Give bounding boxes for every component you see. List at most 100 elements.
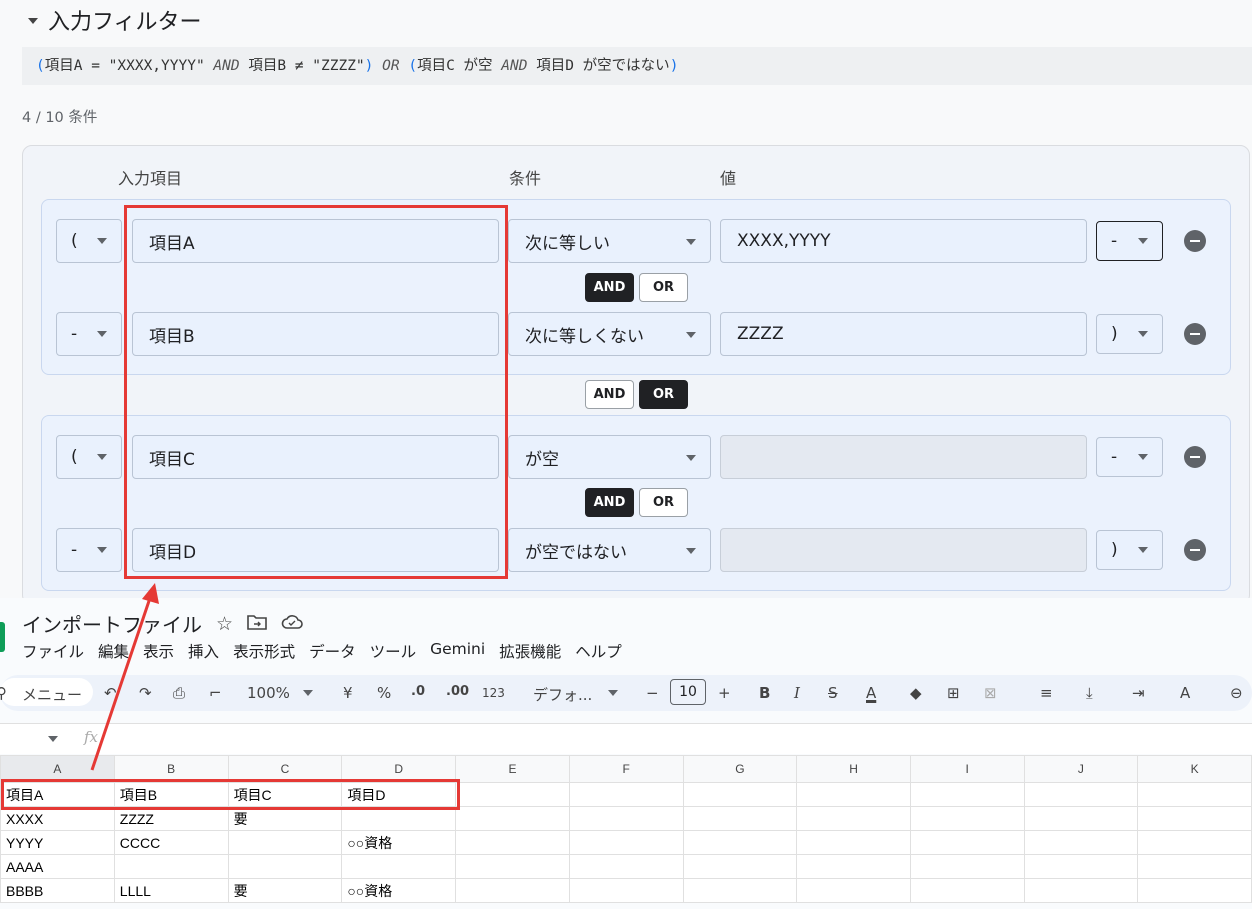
- column-header[interactable]: C: [227, 755, 343, 783]
- text-color-icon[interactable]: A: [866, 684, 876, 702]
- cell[interactable]: [909, 830, 1025, 855]
- move-folder-icon[interactable]: [247, 613, 267, 635]
- zoom-dropdown-icon[interactable]: [303, 690, 313, 696]
- cell[interactable]: [227, 854, 343, 879]
- and-toggle[interactable]: AND: [585, 488, 634, 517]
- print-icon[interactable]: ⎙: [173, 684, 185, 702]
- cell[interactable]: YYYY: [0, 830, 115, 855]
- field-select[interactable]: 項目D: [132, 528, 499, 572]
- collapse-caret-icon[interactable]: [28, 18, 38, 24]
- decrease-decimal-button[interactable]: .0: [411, 684, 425, 699]
- cell[interactable]: [909, 782, 1025, 807]
- filter-section-header[interactable]: 入力フィルター: [28, 4, 202, 36]
- close-paren-select[interactable]: ): [1096, 314, 1163, 354]
- menu-tools[interactable]: ツール: [370, 640, 417, 662]
- cell[interactable]: [1137, 830, 1252, 855]
- menu-data[interactable]: データ: [309, 640, 356, 662]
- condition-select[interactable]: 次に等しい: [508, 219, 711, 263]
- name-box-dropdown-icon[interactable]: [48, 736, 58, 742]
- value-input[interactable]: XXXX,YYYY: [720, 219, 1087, 263]
- menu-insert[interactable]: 挿入: [188, 640, 219, 662]
- cell[interactable]: XXXX: [0, 806, 115, 831]
- remove-condition-icon[interactable]: [1184, 230, 1206, 252]
- cell[interactable]: [682, 806, 798, 831]
- cell[interactable]: [341, 854, 457, 879]
- cell[interactable]: 要: [227, 878, 343, 903]
- cell[interactable]: [682, 878, 798, 903]
- menu-edit[interactable]: 編集: [98, 640, 129, 662]
- column-header[interactable]: K: [1137, 755, 1252, 783]
- column-header[interactable]: I: [909, 755, 1025, 783]
- borders-icon[interactable]: ⊞: [947, 684, 960, 702]
- group-and-toggle[interactable]: AND: [585, 380, 634, 409]
- cell[interactable]: [113, 854, 229, 879]
- cell[interactable]: BBBB: [0, 878, 115, 903]
- strikethrough-icon[interactable]: S: [828, 684, 838, 702]
- cell[interactable]: [455, 878, 570, 903]
- open-paren-select[interactable]: -: [56, 312, 122, 356]
- cell[interactable]: 項目A: [0, 782, 115, 807]
- cell[interactable]: 項目C: [227, 782, 343, 807]
- text-wrap-icon[interactable]: ⇥: [1132, 684, 1145, 702]
- cell[interactable]: [796, 830, 911, 855]
- document-title[interactable]: インポートファイル: [22, 609, 202, 638]
- cell[interactable]: [227, 830, 343, 855]
- menu-file[interactable]: ファイル: [22, 640, 84, 662]
- open-paren-select[interactable]: (: [56, 435, 122, 479]
- cell[interactable]: [1023, 878, 1139, 903]
- font-select[interactable]: デフォ...: [533, 684, 592, 705]
- cell[interactable]: [1137, 806, 1252, 831]
- column-header[interactable]: G: [682, 755, 798, 783]
- increase-decimal-button[interactable]: .00: [446, 684, 469, 699]
- column-header[interactable]: H: [796, 755, 911, 783]
- cloud-status-icon[interactable]: [281, 613, 303, 635]
- close-paren-select[interactable]: -: [1096, 437, 1163, 477]
- search-icon[interactable]: ⚲: [0, 684, 7, 702]
- bold-button[interactable]: B: [759, 684, 770, 702]
- condition-select[interactable]: 次に等しくない: [508, 312, 711, 356]
- field-select[interactable]: 項目C: [132, 435, 499, 479]
- cell[interactable]: [909, 806, 1025, 831]
- group-or-toggle[interactable]: OR: [639, 380, 688, 409]
- close-paren-select[interactable]: -: [1096, 221, 1163, 261]
- column-header[interactable]: B: [113, 755, 229, 783]
- cell[interactable]: [682, 782, 798, 807]
- field-select[interactable]: 項目B: [132, 312, 499, 356]
- cell[interactable]: [909, 854, 1025, 879]
- cell[interactable]: [568, 830, 684, 855]
- remove-condition-icon[interactable]: [1184, 323, 1206, 345]
- star-icon[interactable]: ☆: [216, 613, 233, 635]
- and-toggle[interactable]: AND: [585, 273, 634, 302]
- link-icon[interactable]: ⊖: [1230, 684, 1243, 702]
- cell[interactable]: ○○資格: [341, 878, 457, 903]
- menu-format[interactable]: 表示形式: [233, 640, 295, 662]
- close-paren-select[interactable]: ): [1096, 530, 1163, 570]
- cell[interactable]: ZZZZ: [113, 806, 229, 831]
- cell[interactable]: [341, 806, 457, 831]
- condition-select[interactable]: が空: [508, 435, 711, 479]
- cell[interactable]: [455, 854, 570, 879]
- merge-cells-icon[interactable]: ⊠: [984, 684, 997, 702]
- or-toggle[interactable]: OR: [639, 488, 688, 517]
- remove-condition-icon[interactable]: [1184, 446, 1206, 468]
- open-paren-select[interactable]: -: [56, 528, 122, 572]
- column-header[interactable]: E: [455, 755, 570, 783]
- cell[interactable]: [796, 806, 911, 831]
- cell[interactable]: [455, 806, 570, 831]
- vertical-align-icon[interactable]: ⤓: [1086, 684, 1093, 702]
- cell[interactable]: [455, 830, 570, 855]
- cell[interactable]: [796, 878, 911, 903]
- align-icon[interactable]: ≡: [1040, 684, 1053, 702]
- cell[interactable]: [796, 854, 911, 879]
- italic-button[interactable]: I: [794, 684, 800, 702]
- menu-help[interactable]: ヘルプ: [575, 640, 622, 662]
- cell[interactable]: [796, 782, 911, 807]
- cell[interactable]: [1023, 854, 1139, 879]
- font-size-input[interactable]: 10: [670, 679, 706, 705]
- cell[interactable]: 項目D: [341, 782, 457, 807]
- cell[interactable]: [682, 854, 798, 879]
- font-dropdown-icon[interactable]: [608, 690, 618, 696]
- font-size-increase-icon[interactable]: +: [718, 684, 731, 702]
- cell[interactable]: [1023, 806, 1139, 831]
- column-header[interactable]: D: [341, 755, 457, 783]
